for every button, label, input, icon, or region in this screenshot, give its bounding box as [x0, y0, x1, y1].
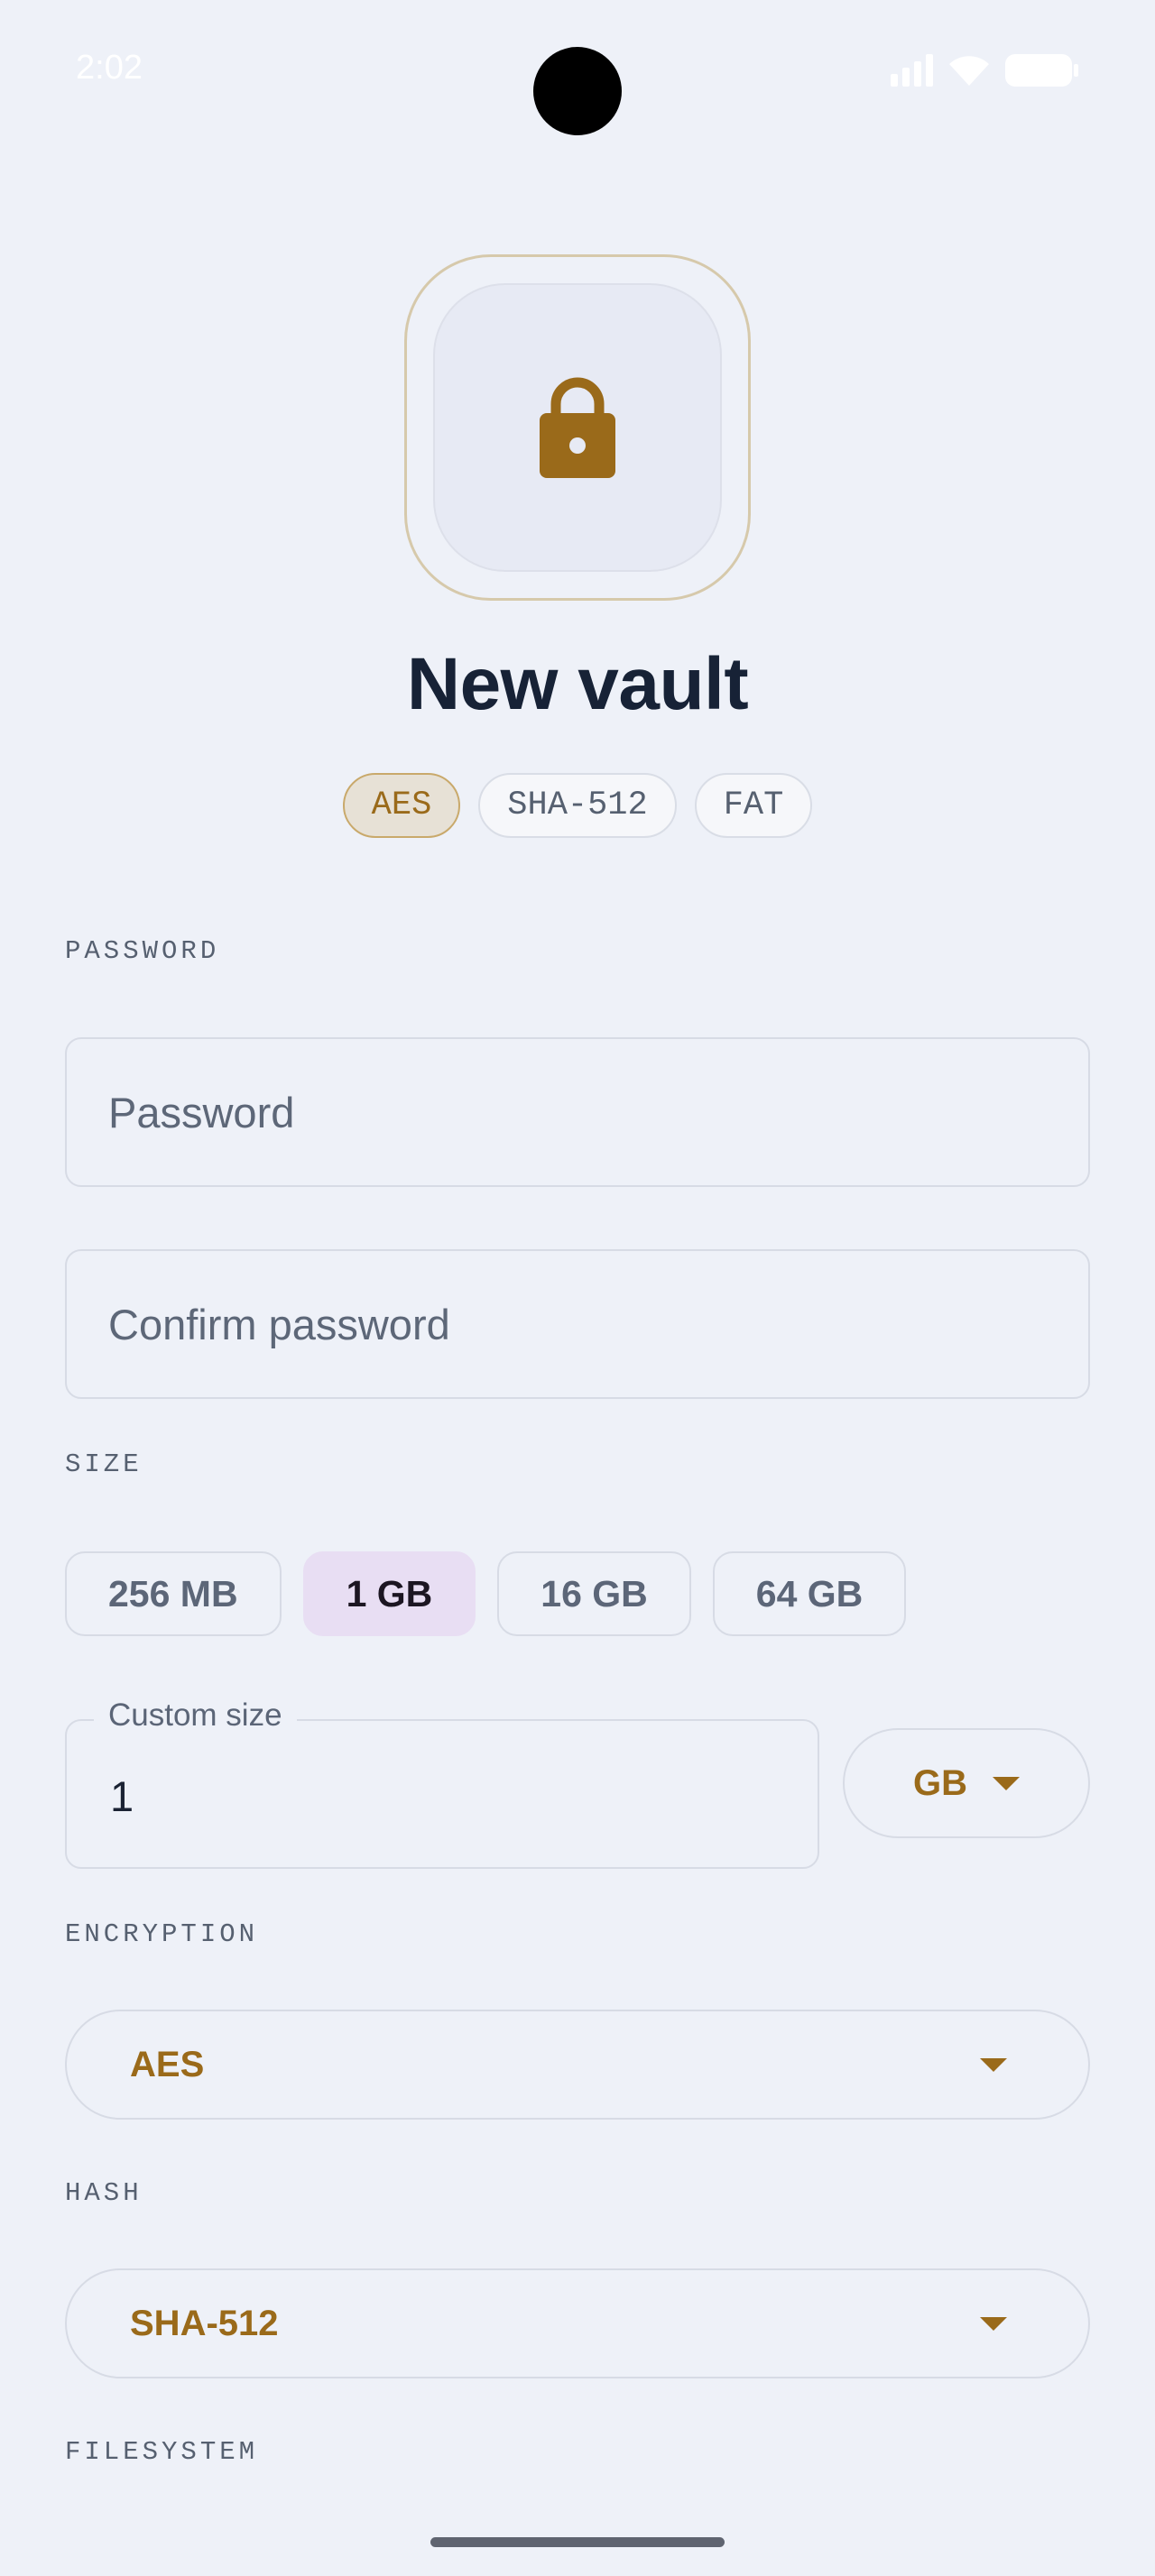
status-icons [891, 51, 1079, 90]
custom-size-input[interactable]: 1 [110, 1721, 134, 1871]
chevron-down-icon [980, 2057, 1007, 2072]
wifi-icon [947, 53, 991, 87]
chevron-down-icon [993, 1776, 1020, 1790]
confirm-password-field[interactable] [65, 1249, 1090, 1399]
size-option-16gb[interactable]: 16 GB [497, 1551, 691, 1636]
password-field[interactable] [65, 1037, 1090, 1187]
password-input[interactable] [67, 1039, 1088, 1185]
hash-section-label: HASH [65, 2178, 143, 2208]
chip-filesystem: FAT [694, 773, 813, 838]
size-section-label: SIZE [65, 1449, 143, 1479]
chevron-down-icon [980, 2316, 1007, 2331]
summary-chips: AES SHA-512 FAT [0, 773, 1155, 838]
filesystem-section-label: FILESYSTEM [65, 2437, 259, 2467]
size-options: 256 MB 1 GB 16 GB 64 GB [65, 1551, 907, 1636]
signal-icon [891, 54, 933, 87]
size-unit-value: GB [913, 1762, 967, 1803]
camera-cutout [533, 47, 622, 135]
new-vault-screen: 2:02 New vault AES SHA-512 FAT PASSWORD … [0, 0, 1155, 2576]
password-section-label: PASSWORD [65, 936, 220, 966]
lock-icon [536, 372, 619, 484]
size-option-1gb[interactable]: 1 GB [302, 1551, 476, 1636]
size-unit-select[interactable]: GB [843, 1728, 1090, 1838]
size-option-64gb[interactable]: 64 GB [712, 1551, 907, 1636]
chip-hash: SHA-512 [478, 773, 677, 838]
battery-icon [1005, 52, 1079, 88]
status-time: 2:02 [76, 49, 143, 87]
confirm-password-input[interactable] [67, 1251, 1088, 1397]
page-title: New vault [406, 643, 749, 725]
chip-encryption: AES [342, 773, 461, 838]
encryption-value: AES [130, 2044, 205, 2084]
encryption-section-label: ENCRYPTION [65, 1919, 259, 1949]
size-option-256mb[interactable]: 256 MB [65, 1551, 282, 1636]
status-bar: 2:02 [0, 0, 1155, 144]
vault-icon-tile [433, 283, 722, 572]
home-indicator[interactable] [430, 2537, 725, 2547]
custom-size-field[interactable]: Custom size 1 [65, 1697, 819, 1871]
encryption-select[interactable]: AES [65, 2010, 1090, 2120]
hash-select[interactable]: SHA-512 [65, 2268, 1090, 2378]
hash-value: SHA-512 [130, 2303, 279, 2343]
